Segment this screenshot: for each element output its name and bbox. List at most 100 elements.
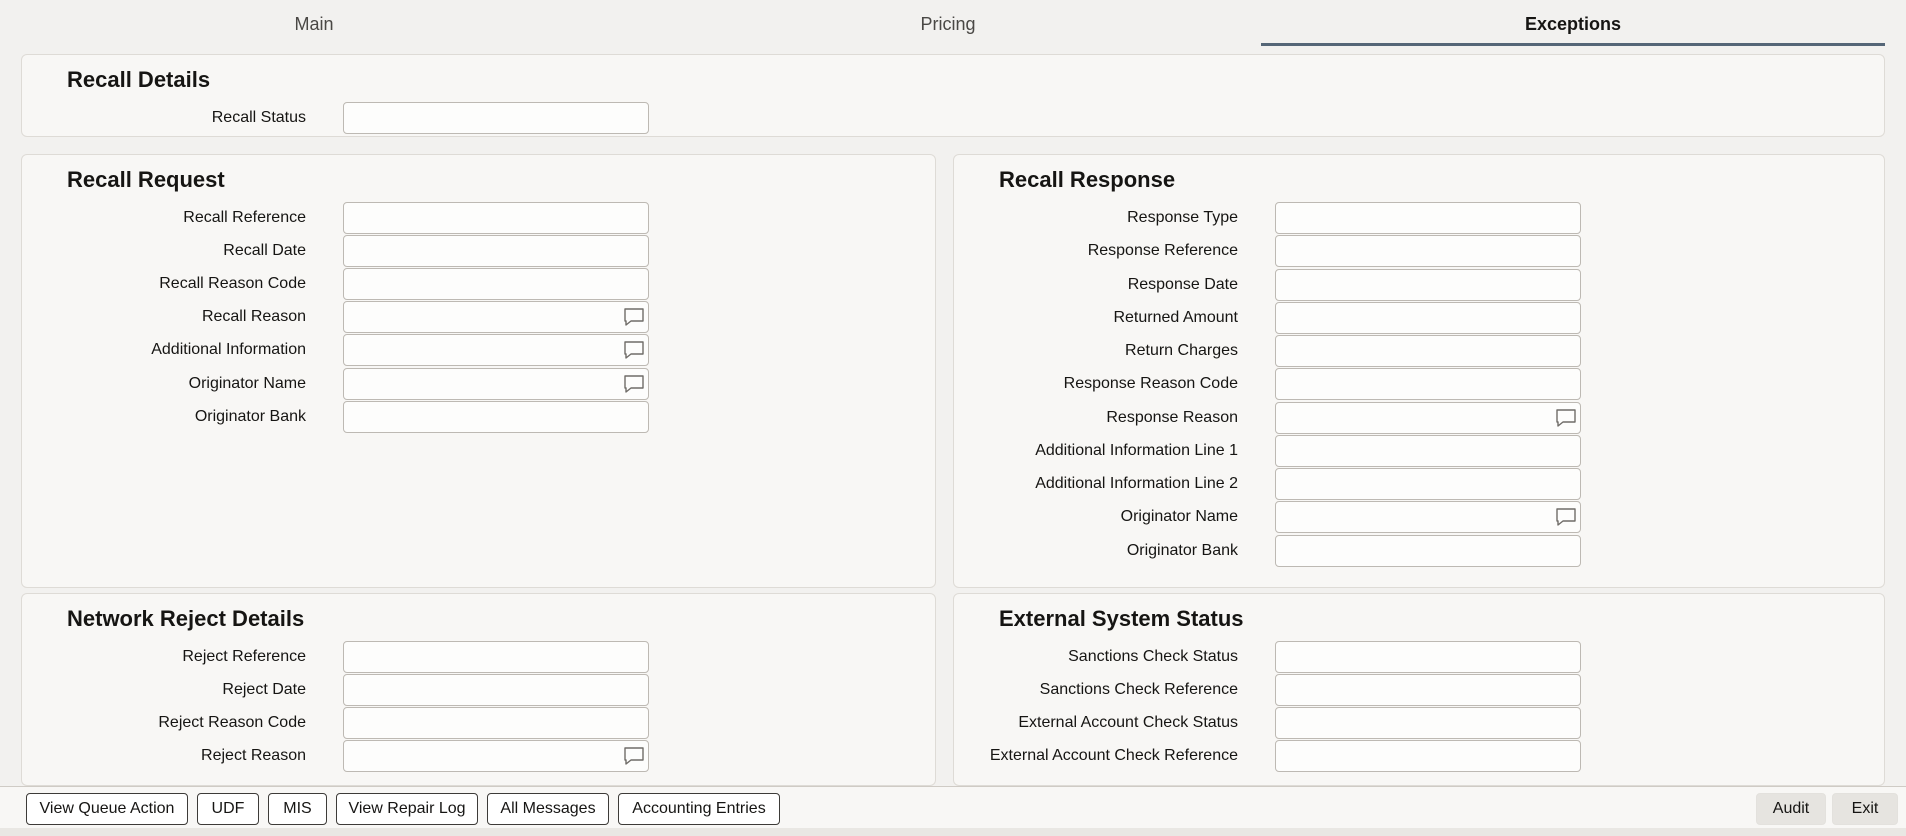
additional-information-input[interactable]	[343, 334, 649, 367]
field-label: Return Charges	[1125, 342, 1238, 359]
additional-information-line-1-input[interactable]	[1275, 434, 1581, 467]
response-type-input[interactable]	[1275, 202, 1581, 234]
sanctions-check-reference-field: Sanctions Check Reference	[954, 674, 1581, 707]
footer-strip	[0, 828, 1906, 836]
field-label: Reject Reason Code	[158, 714, 306, 732]
recall-response-title: Recall Response	[999, 167, 1176, 192]
view-queue-action-button[interactable]: View Queue Action	[26, 793, 188, 825]
field-label: Additional Information Line 2	[1035, 475, 1238, 492]
chat-bubble-icon[interactable]	[623, 374, 645, 394]
recall-reason-code-field: Recall Reason Code	[22, 268, 649, 301]
recall-status-field: Recall Status	[22, 102, 649, 134]
originator-name-input[interactable]	[343, 367, 649, 400]
field-label: Recall Date	[223, 242, 306, 260]
field-label: Originator Name	[1120, 508, 1238, 526]
recall-status-input[interactable]	[343, 102, 649, 134]
field-label: Recall Reason Code	[159, 275, 306, 293]
reject-date-input[interactable]	[343, 674, 649, 707]
external-account-check-status-input[interactable]	[1275, 707, 1581, 740]
network-reject-panel: Network Reject Details Reject Reference R…	[21, 593, 936, 786]
originator-bank-input[interactable]	[343, 400, 649, 433]
recall-reference-input[interactable]	[343, 202, 649, 234]
response-reason-input[interactable]	[1275, 401, 1581, 434]
field-label: Recall Reason	[201, 308, 306, 326]
audit-button[interactable]: Audit	[1756, 793, 1826, 825]
field-label: Returned Amount	[1113, 308, 1238, 326]
reject-reason-input[interactable]	[343, 740, 649, 773]
field-label: Reject Reference	[182, 648, 306, 665]
field-label: Originator Bank	[194, 407, 306, 425]
field-label: Response Reference	[1087, 242, 1238, 260]
originator-bank-field: Originator Bank	[954, 534, 1581, 567]
external-account-check-reference-input[interactable]	[1275, 740, 1581, 773]
recall-request-title: Recall Request	[67, 167, 225, 192]
field-label: Recall Reference	[183, 209, 306, 226]
reject-reason-code-input[interactable]	[343, 707, 649, 740]
field-label: Additional Information Line 1	[1035, 441, 1238, 459]
field-label: Recall Status	[211, 109, 306, 126]
field-label: Reject Reason	[201, 747, 306, 765]
originator-bank-input[interactable]	[1275, 534, 1581, 567]
chat-bubble-icon[interactable]	[1555, 408, 1577, 428]
response-reference-input[interactable]	[1275, 235, 1581, 268]
originator-name-field: Originator Name	[22, 367, 649, 400]
exit-button[interactable]: Exit	[1832, 793, 1898, 825]
return-charges-input[interactable]	[1275, 335, 1581, 367]
external-status-panel: External System Status Sanctions Check S…	[953, 593, 1885, 786]
return-charges-field: Return Charges	[954, 335, 1581, 367]
response-reference-field: Response Reference	[954, 235, 1581, 268]
recall-response-panel: Recall Response Response Type Response Re…	[953, 154, 1885, 588]
chat-bubble-icon[interactable]	[623, 746, 645, 766]
recall-details-panel: Recall Details Recall Status	[21, 54, 1885, 137]
sanctions-check-status-field: Sanctions Check Status	[954, 641, 1581, 673]
field-label: Reject Date	[222, 681, 306, 699]
additional-information-line-2-field: Additional Information Line 2	[954, 468, 1581, 500]
footer-toolbar: View Queue Action UDF MIS View Repair Lo…	[0, 786, 1906, 829]
reject-reference-input[interactable]	[343, 641, 649, 673]
tab-bar: Main Pricing Exceptions	[0, 0, 1906, 46]
returned-amount-field: Returned Amount	[954, 301, 1581, 334]
field-label: External Account Check Status	[1018, 714, 1238, 732]
view-repair-log-button[interactable]: View Repair Log	[336, 793, 478, 825]
recall-date-field: Recall Date	[22, 235, 649, 268]
reject-reason-code-field: Reject Reason Code	[22, 707, 649, 740]
field-label: Originator Bank	[1126, 541, 1238, 559]
recall-reason-input[interactable]	[343, 301, 649, 334]
chat-bubble-icon[interactable]	[623, 340, 645, 360]
field-label: External Account Check Reference	[989, 747, 1238, 765]
returned-amount-input[interactable]	[1275, 301, 1581, 334]
recall-details-title: Recall Details	[67, 67, 211, 92]
tab-main[interactable]: Main	[0, 0, 628, 46]
external-account-check-reference-field: External Account Check Reference	[954, 740, 1581, 773]
field-label: Response Reason Code	[1063, 375, 1238, 393]
tab-exceptions[interactable]: Exceptions	[1261, 0, 1885, 46]
field-label: Response Date	[1127, 275, 1238, 293]
response-type-field: Response Type	[954, 202, 1581, 234]
field-label: Additional Information	[151, 341, 306, 359]
field-label: Originator Name	[188, 374, 306, 392]
field-label: Response Reason	[1106, 408, 1238, 426]
response-date-field: Response Date	[954, 268, 1581, 301]
originator-bank-field: Originator Bank	[22, 400, 649, 433]
additional-information-field: Additional Information	[22, 334, 649, 367]
sanctions-check-status-input[interactable]	[1275, 641, 1581, 673]
originator-name-field: Originator Name	[954, 501, 1581, 534]
response-date-input[interactable]	[1275, 268, 1581, 301]
recall-reason-code-input[interactable]	[343, 268, 649, 301]
chat-bubble-icon[interactable]	[1555, 507, 1577, 527]
originator-name-input[interactable]	[1275, 501, 1581, 534]
tab-pricing[interactable]: Pricing	[628, 0, 1268, 46]
recall-date-input[interactable]	[343, 235, 649, 268]
chat-bubble-icon[interactable]	[623, 307, 645, 327]
mis-button[interactable]: MIS	[268, 793, 327, 825]
sanctions-check-reference-input[interactable]	[1275, 674, 1581, 707]
response-reason-field: Response Reason	[954, 401, 1581, 434]
response-reason-code-input[interactable]	[1275, 368, 1581, 401]
additional-information-line-2-input[interactable]	[1275, 468, 1581, 500]
recall-reason-field: Recall Reason	[22, 301, 649, 334]
all-messages-button[interactable]: All Messages	[487, 793, 609, 825]
accounting-entries-button[interactable]: Accounting Entries	[618, 793, 780, 825]
recall-reference-field: Recall Reference	[22, 202, 649, 234]
udf-button[interactable]: UDF	[197, 793, 259, 825]
reject-reason-field: Reject Reason	[22, 740, 649, 773]
